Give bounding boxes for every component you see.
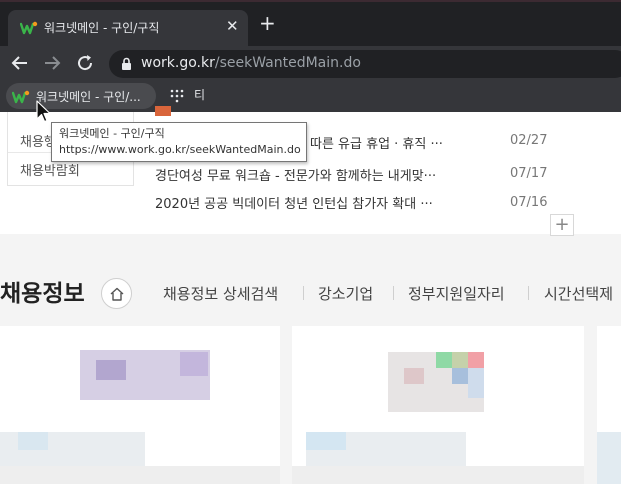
menu-divider [303, 286, 304, 300]
company-name-blurred [597, 432, 621, 484]
menu-gov-jobs[interactable]: 정부지원일자리 [408, 283, 505, 304]
worknet-favicon-icon [20, 21, 38, 35]
bookmark-tooltip: 워크넷메인 - 구인/구직 https://www.work.go.kr/see… [51, 122, 307, 162]
tab-title: 워크넷메인 - 구인/구직 [44, 21, 160, 35]
logo-pixel [436, 352, 452, 368]
news-date: 07/17 [510, 166, 548, 181]
arrow-left-icon[interactable] [9, 52, 31, 74]
news-more-button[interactable]: + [550, 214, 574, 236]
logo-pixel [96, 360, 126, 380]
browser-window: 워크넷메인 - 구인/구직 ✕ + work.go.kr/seekWantedM… [0, 0, 621, 484]
menu-part-time[interactable]: 시간선택제 [544, 283, 613, 304]
new-tab-button[interactable]: + [259, 13, 276, 33]
bookmarks-bar: 워크넷메인 - 구인/... 티 [0, 80, 621, 112]
news-item[interactable]: 따른 유급 휴업 · 휴직 ··· [310, 133, 443, 152]
menu-divider [528, 286, 529, 300]
text-pixel [292, 466, 584, 484]
logo-pixel [468, 352, 484, 368]
news-item[interactable]: 경단여성 무료 워크숍 - 전문가와 함께하는 내게맞··· [155, 165, 436, 184]
reload-icon[interactable] [74, 52, 96, 74]
news-badge [155, 106, 171, 116]
section-title: 채용정보 [0, 281, 85, 307]
logo-pixel [404, 368, 424, 384]
url-host: work.go.kr [141, 55, 215, 71]
tooltip-url: https://www.work.go.kr/seekWantedMain.do [59, 143, 301, 156]
bookmark-label: 티 [194, 88, 206, 102]
lock-icon [122, 57, 131, 70]
logo-pixel [180, 352, 208, 376]
text-pixel [18, 432, 48, 450]
bookmark-worknet[interactable]: 워크넷메인 - 구인/... [6, 83, 156, 109]
logo-pixel [452, 368, 468, 384]
job-card[interactable] [292, 326, 584, 484]
worknet-favicon-icon [12, 90, 30, 104]
job-card[interactable] [597, 326, 621, 484]
menu-divider [393, 286, 394, 300]
logo-pixel [468, 368, 484, 398]
window-top-border [0, 0, 621, 2]
browser-toolbar: work.go.kr/seekWantedMain.do [0, 46, 621, 80]
home-icon [110, 287, 124, 301]
news-date: 02/27 [510, 133, 548, 148]
news-item[interactable]: 2020년 공공 빅데이터 청년 인턴십 참가자 확대 ··· [155, 193, 433, 212]
tab-close-icon[interactable]: ✕ [226, 17, 239, 35]
url-text: work.go.kr/seekWantedMain.do [141, 55, 361, 71]
menu-small-company[interactable]: 강소기업 [318, 283, 373, 304]
apps-grid-icon [170, 89, 184, 103]
mouse-cursor-icon [36, 100, 51, 123]
arrow-right-icon[interactable] [41, 52, 63, 74]
text-pixel [306, 432, 346, 450]
tooltip-title: 워크넷메인 - 구인/구직 [59, 127, 165, 140]
home-button[interactable] [101, 278, 132, 309]
address-bar[interactable]: work.go.kr/seekWantedMain.do [109, 50, 621, 78]
menu-detail-search[interactable]: 채용정보 상세검색 [163, 283, 278, 304]
tab-strip: 워크넷메인 - 구인/구직 ✕ + [0, 0, 621, 46]
web-page: 채용행 채용박람회 따른 유급 휴업 · 휴직 ··· 02/27 경단여성 무… [0, 106, 621, 484]
job-card[interactable] [0, 326, 280, 484]
text-pixel [0, 466, 280, 484]
news-date: 07/16 [510, 195, 548, 210]
tab-worknet[interactable]: 워크넷메인 - 구인/구직 ✕ [8, 10, 248, 46]
url-path: /seekWantedMain.do [214, 55, 361, 71]
